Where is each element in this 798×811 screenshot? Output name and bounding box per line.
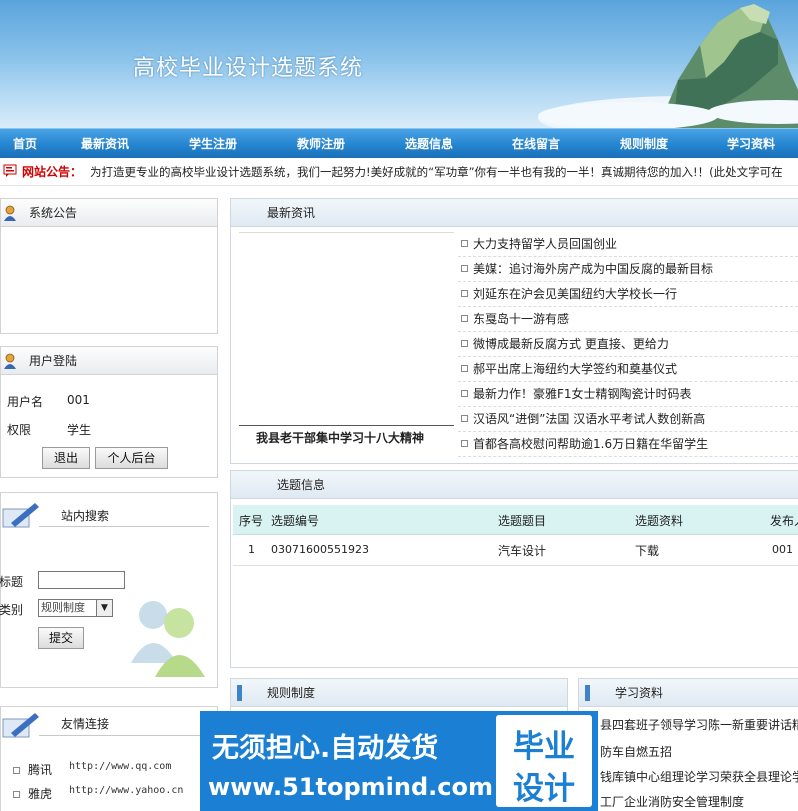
news-item[interactable]: 刘延东在沪会见美国纽约大学校长一行 bbox=[458, 282, 798, 307]
nav-rules[interactable]: 规则制度 bbox=[620, 129, 668, 159]
study-item[interactable]: 工厂企业消防安全管理制度 bbox=[600, 793, 744, 810]
role-label: 权限 bbox=[7, 423, 32, 437]
search-category-value: 规则制度 bbox=[41, 601, 85, 614]
watermark-line1: 无须担心.自动发货 bbox=[212, 733, 439, 764]
site-title: 高校毕业设计选题系统 bbox=[133, 56, 364, 81]
col-material: 选题资料 bbox=[635, 514, 684, 528]
rules-title: 规则制度 bbox=[267, 686, 316, 700]
links-panel: 友情连接 腾讯 http://www.qq.com 雅虎 http://www.… bbox=[0, 706, 218, 811]
news-item[interactable]: 郝平出席上海纽约大学签约和奠基仪式 bbox=[458, 357, 798, 382]
role-value: 学生 bbox=[67, 423, 92, 437]
speaker-icon bbox=[3, 164, 17, 177]
col-title: 选题题目 bbox=[498, 514, 547, 528]
backend-button[interactable]: 个人后台 bbox=[95, 447, 168, 469]
nav-student-register[interactable]: 学生注册 bbox=[189, 129, 237, 159]
search-category-select[interactable]: 规则制度 ▼ bbox=[38, 599, 113, 617]
news-item[interactable]: 首都各高校慰问帮助逾1.6万日籍在华留学生 bbox=[458, 432, 798, 457]
link-qq-name: 腾讯 bbox=[28, 763, 53, 777]
system-notice-title: 系统公告 bbox=[29, 206, 78, 220]
main-nav: 首页 最新资讯 学生注册 教师注册 选题信息 在线留言 规则制度 学习资料 bbox=[0, 128, 798, 158]
msn-people-icon bbox=[131, 601, 205, 677]
nav-teacher-register[interactable]: 教师注册 bbox=[297, 129, 345, 159]
pen-icon bbox=[2, 713, 39, 738]
chevron-down-icon: ▼ bbox=[96, 600, 112, 616]
search-panel: 站内搜索 标题 类别 规则制度 ▼ 提交 bbox=[0, 492, 218, 688]
nav-news[interactable]: 最新资讯 bbox=[81, 129, 129, 159]
news-title: 最新资讯 bbox=[267, 206, 316, 220]
news-item[interactable]: 汉语风“进倒”法国 汉语水平考试人数创新高 bbox=[458, 407, 798, 432]
watermark-line2: www.51topmind.com bbox=[208, 773, 493, 801]
row-title[interactable]: 汽车设计 bbox=[498, 542, 546, 559]
nav-topics[interactable]: 选题信息 bbox=[405, 129, 453, 159]
search-title-label: 标题 bbox=[0, 575, 24, 589]
link-qq[interactable]: 腾讯 http://www.qq.com bbox=[13, 761, 171, 778]
header-banner: 高校毕业设计选题系统 bbox=[0, 0, 798, 128]
news-item[interactable]: 微博成最新反腐方式 更直接、更给力 bbox=[458, 332, 798, 357]
search-category-label: 类别 bbox=[0, 603, 24, 617]
pen-icon bbox=[2, 503, 39, 528]
watermark-badge-line1: 毕业 bbox=[513, 729, 575, 765]
nav-home[interactable]: 首页 bbox=[13, 129, 37, 159]
watermark-banner: 无须担心.自动发货 www.51topmind.com 毕业 设计 bbox=[200, 711, 598, 811]
row-index: 1 bbox=[248, 543, 255, 556]
user-icon bbox=[4, 353, 16, 369]
col-publisher: 发布人 bbox=[770, 514, 798, 528]
news-item[interactable]: 美媒：追讨海外房产成为中国反腐的最新目标 bbox=[458, 257, 798, 282]
study-item[interactable]: 县四套班子领导学习陈一新重要讲话精神 bbox=[600, 716, 798, 733]
username-label: 用户名 bbox=[7, 395, 44, 409]
link-yahoo-url: http://www.yahoo.cn bbox=[69, 785, 184, 796]
logout-button[interactable]: 退出 bbox=[42, 447, 90, 469]
notice-label: 网站公告： bbox=[22, 165, 83, 179]
watermark-badge: 毕业 设计 bbox=[496, 715, 592, 807]
link-yahoo-name: 雅虎 bbox=[28, 787, 53, 801]
notice-text: 为打造更专业的高校毕业设计选题系统，我们一起努力!美好成就的“军功章”你有一半也… bbox=[90, 165, 783, 179]
links-title: 友情连接 bbox=[61, 717, 110, 731]
study-title: 学习资料 bbox=[615, 686, 664, 700]
row-download-link[interactable]: 下载 bbox=[635, 542, 659, 559]
notice-bar: 网站公告： 为打造更专业的高校毕业设计选题系统，我们一起努力!美好成就的“军功章… bbox=[0, 158, 798, 186]
login-title: 用户登陆 bbox=[29, 354, 78, 368]
topics-panel: 选题信息 bbox=[230, 470, 798, 668]
topics-title: 选题信息 bbox=[277, 478, 326, 492]
news-item[interactable]: 最新力作！豪雅F1女士精钢陶瓷计时码表 bbox=[458, 382, 798, 407]
search-title: 站内搜索 bbox=[61, 509, 110, 523]
nav-study[interactable]: 学习资料 bbox=[727, 129, 775, 159]
search-title-input[interactable] bbox=[38, 571, 125, 589]
nav-messages[interactable]: 在线留言 bbox=[512, 129, 560, 159]
mountain-image bbox=[538, 4, 798, 128]
news-item[interactable]: 大力支持留学人员回国创业 bbox=[458, 232, 798, 257]
news-item[interactable]: 东戛岛十一游有感 bbox=[458, 307, 798, 332]
login-panel: 用户登陆 用户名 001 权限 学生 退出 个人后台 bbox=[0, 346, 218, 478]
user-icon bbox=[4, 205, 16, 221]
link-yahoo[interactable]: 雅虎 http://www.yahoo.cn bbox=[13, 785, 183, 802]
link-qq-url: http://www.qq.com bbox=[69, 761, 172, 772]
system-notice-panel: 系统公告 bbox=[0, 198, 218, 334]
row-code: 03071600551923 bbox=[271, 543, 369, 556]
username-value: 001 bbox=[67, 393, 90, 407]
study-item[interactable]: 防车自燃五招 bbox=[600, 743, 672, 760]
row-publisher: 001 bbox=[772, 543, 793, 556]
search-submit-button[interactable]: 提交 bbox=[38, 627, 84, 649]
watermark-badge-line2: 设计 bbox=[513, 771, 575, 807]
col-code: 选题编号 bbox=[271, 514, 320, 528]
study-item[interactable]: 钱库镇中心组理论学习荣获全县理论学习 bbox=[600, 768, 798, 785]
col-index: 序号 bbox=[239, 514, 264, 528]
news-caption[interactable]: 我县老干部集中学习十八大精神 bbox=[256, 429, 424, 446]
